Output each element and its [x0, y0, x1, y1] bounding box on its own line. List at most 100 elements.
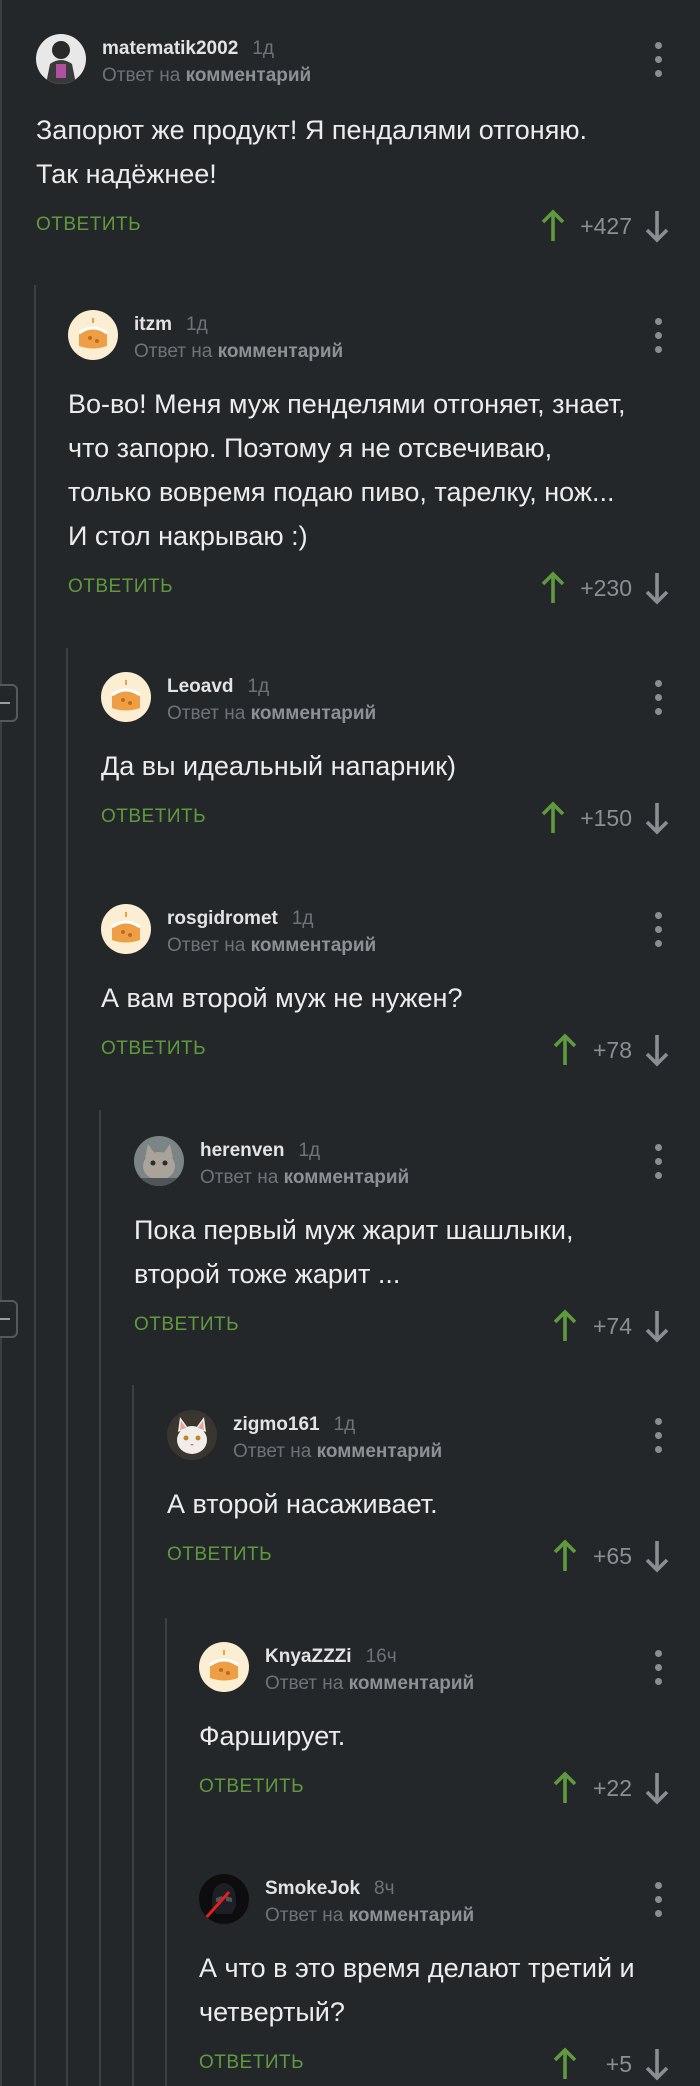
more-options-icon[interactable]	[654, 912, 662, 948]
vote-score: +427	[580, 212, 632, 239]
reply-button[interactable]: ОТВЕТИТЬ	[101, 806, 206, 828]
upvote-arrow-icon[interactable]	[552, 1033, 578, 1067]
more-options-icon[interactable]	[654, 42, 662, 78]
reply-to-link[interactable]: комментарий	[284, 1167, 410, 1188]
more-options-icon[interactable]	[654, 1650, 662, 1686]
thread-line	[165, 1618, 167, 2086]
default-cake-avatar-icon	[199, 1642, 249, 1692]
default-cake-avatar-icon	[101, 904, 151, 954]
thread-line	[99, 1110, 101, 2086]
default-cake-avatar-icon	[68, 310, 118, 360]
collapse-thread-button[interactable]	[0, 684, 18, 722]
user-avatar[interactable]	[36, 34, 86, 84]
upvote-arrow-icon[interactable]	[540, 571, 566, 605]
reply-to-label: Ответ на комментарий	[200, 1167, 410, 1188]
upvote-arrow-icon[interactable]	[552, 1539, 578, 1573]
user-avatar[interactable]	[134, 1136, 184, 1186]
downvote-arrow-icon[interactable]	[644, 571, 670, 605]
dark-figure-avatar-icon	[36, 34, 86, 84]
reply-to-link[interactable]: комментарий	[251, 703, 377, 724]
vote-widget: +230	[540, 568, 670, 608]
vote-score: +78	[592, 1036, 632, 1063]
user-avatar[interactable]	[68, 310, 118, 360]
comment-time: 1д	[252, 38, 274, 59]
white-cat-avatar-icon	[167, 1410, 217, 1460]
comment: rosgidromet 1д Ответ на комментарий А вам…	[101, 904, 700, 1084]
reply-button[interactable]: ОТВЕТИТЬ	[199, 2052, 304, 2074]
reply-to-link[interactable]: комментарий	[218, 341, 344, 362]
vote-widget: +78	[552, 1030, 670, 1070]
comment: herenven 1д Ответ на комментарий Пока пер…	[134, 1136, 700, 1366]
downvote-arrow-icon[interactable]	[644, 1539, 670, 1573]
username[interactable]: KnyaZZZi 16ч	[265, 1646, 397, 1668]
user-avatar[interactable]	[199, 1874, 249, 1924]
collapse-icon	[0, 702, 10, 704]
reply-to-label: Ответ на комментарий	[233, 1441, 443, 1462]
comment-text: А что в это время делают третий и четверт…	[199, 1953, 635, 2027]
cat-photo-avatar-icon	[134, 1136, 184, 1186]
username[interactable]: itzm 1д	[134, 314, 208, 336]
reply-to-label: Ответ на комментарий	[134, 341, 344, 362]
username[interactable]: matematik2002 1д	[102, 38, 274, 60]
upvote-arrow-icon[interactable]	[552, 2047, 578, 2081]
upvote-arrow-icon[interactable]	[540, 801, 566, 835]
reply-to-link[interactable]: комментарий	[349, 1673, 475, 1694]
upvote-arrow-icon[interactable]	[552, 1309, 578, 1343]
username[interactable]: SmokeJok 8ч	[265, 1878, 395, 1900]
username[interactable]: rosgidromet 1д	[167, 908, 314, 930]
reply-to-link[interactable]: комментарий	[186, 65, 312, 86]
comment-time: 16ч	[365, 1646, 397, 1667]
reply-button[interactable]: ОТВЕТИТЬ	[68, 576, 173, 598]
reply-to-link[interactable]: комментарий	[349, 1905, 475, 1926]
upvote-arrow-icon[interactable]	[552, 1771, 578, 1805]
vote-widget: +150	[540, 798, 670, 838]
reply-to-link[interactable]: комментарий	[317, 1441, 443, 1462]
comment: SmokeJok 8ч Ответ на комментарий А что в …	[199, 1874, 700, 2086]
more-options-icon[interactable]	[654, 1418, 662, 1454]
reply-button[interactable]: ОТВЕТИТЬ	[199, 1776, 304, 1798]
user-avatar[interactable]	[199, 1642, 249, 1692]
downvote-arrow-icon[interactable]	[644, 1033, 670, 1067]
reply-to-label: Ответ на комментарий	[167, 703, 377, 724]
username[interactable]: Leoavd 1д	[167, 676, 269, 698]
comment-text: Фарширует.	[199, 1721, 346, 1751]
downvote-arrow-icon[interactable]	[644, 1771, 670, 1805]
user-avatar[interactable]	[101, 904, 151, 954]
comment: KnyaZZZi 16ч Ответ на комментарий Фарширу…	[199, 1642, 700, 1822]
more-options-icon[interactable]	[654, 1144, 662, 1180]
user-avatar[interactable]	[101, 672, 151, 722]
comment-text: А второй насаживает.	[167, 1489, 438, 1519]
reply-button[interactable]: ОТВЕТИТЬ	[167, 1544, 272, 1566]
reply-button[interactable]: ОТВЕТИТЬ	[36, 214, 141, 236]
reply-to-label: Ответ на комментарий	[265, 1905, 475, 1926]
comment-time: 1д	[298, 1140, 321, 1161]
more-options-icon[interactable]	[654, 318, 662, 354]
downvote-arrow-icon[interactable]	[644, 1309, 670, 1343]
comment-text: А вам второй муж не нужен?	[101, 983, 463, 1013]
vote-score: +5	[605, 2050, 632, 2077]
reply-button[interactable]: ОТВЕТИТЬ	[134, 1314, 239, 1336]
username[interactable]: herenven 1д	[200, 1140, 320, 1162]
comment: itzm 1д Ответ на комментарий Во-во! Меня …	[68, 310, 700, 610]
vote-score: +230	[580, 574, 632, 601]
more-options-icon[interactable]	[654, 1882, 662, 1918]
more-options-icon[interactable]	[654, 680, 662, 716]
downvote-arrow-icon[interactable]	[644, 209, 670, 243]
username[interactable]: zigmo161 1д	[233, 1414, 355, 1436]
vote-score: +74	[592, 1312, 632, 1339]
downvote-arrow-icon[interactable]	[644, 2047, 670, 2081]
vote-score: +150	[580, 804, 632, 831]
reply-to-label: Ответ на комментарий	[265, 1673, 475, 1694]
user-avatar[interactable]	[167, 1410, 217, 1460]
upvote-arrow-icon[interactable]	[540, 209, 566, 243]
comment-time: 1д	[333, 1414, 356, 1435]
downvote-arrow-icon[interactable]	[644, 801, 670, 835]
thread-line	[132, 1385, 134, 2086]
thread-line	[66, 648, 68, 2086]
collapse-thread-button[interactable]	[0, 1300, 18, 1338]
reply-button[interactable]: ОТВЕТИТЬ	[101, 1038, 206, 1060]
comment-thread: matematik2002 1д Ответ на комментарий Зап…	[0, 0, 700, 2086]
vote-widget: +427	[540, 206, 670, 246]
reply-to-link[interactable]: комментарий	[251, 935, 377, 956]
comment: zigmo161 1д Ответ на комментарий А второй…	[167, 1410, 700, 1590]
